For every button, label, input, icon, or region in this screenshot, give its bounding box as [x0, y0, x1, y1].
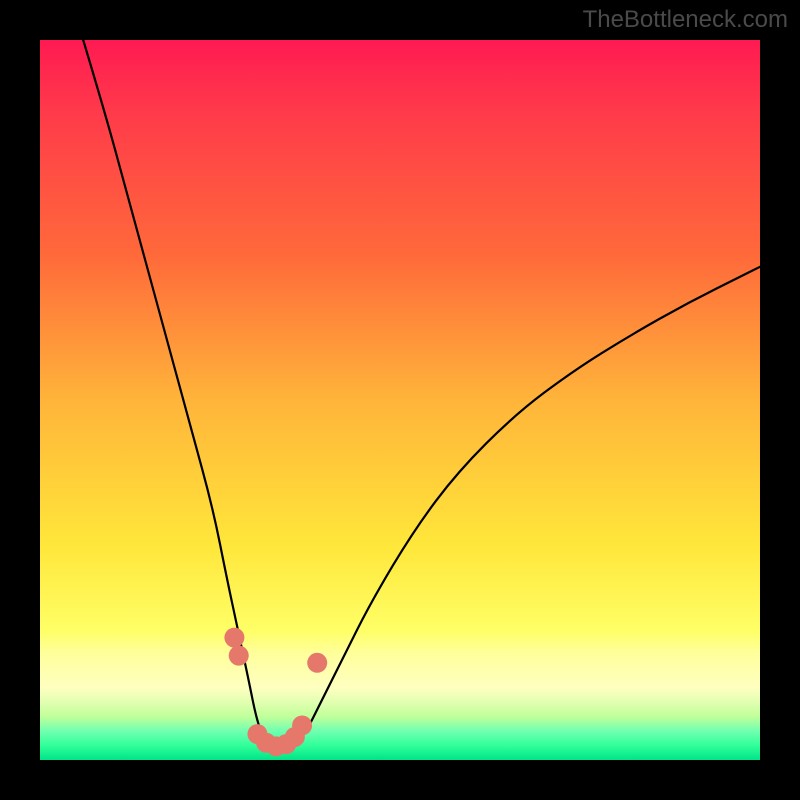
chart-frame: TheBottleneck.com [0, 0, 800, 800]
curve-marker [292, 715, 312, 735]
watermark-text: TheBottleneck.com [583, 6, 788, 34]
plot-area [40, 40, 760, 760]
chart-svg [40, 40, 760, 760]
curve-marker [307, 653, 327, 673]
curve-marker [224, 628, 244, 648]
curve-markers [224, 628, 327, 757]
curve-marker [229, 646, 249, 666]
bottleneck-curve [83, 40, 760, 752]
